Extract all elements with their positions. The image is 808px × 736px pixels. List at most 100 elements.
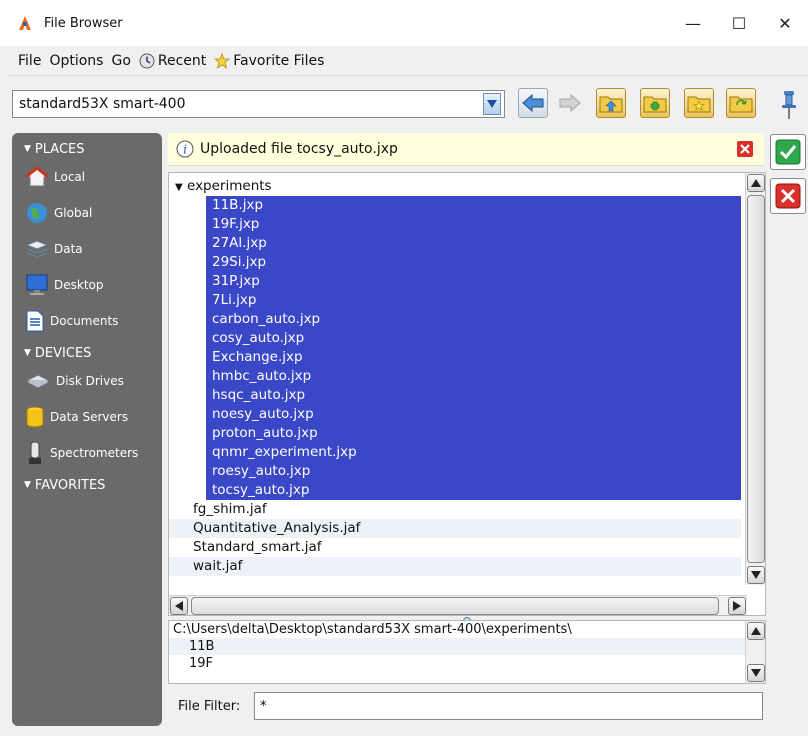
sidebar-item-label: Local	[54, 170, 86, 184]
menu-options[interactable]: Options	[49, 53, 103, 69]
file-filter-label: File Filter:	[178, 699, 241, 714]
refresh-folder-button[interactable]	[726, 88, 756, 118]
minimize-button[interactable]: —	[670, 0, 716, 46]
expand-triangle-icon: ▼	[24, 348, 31, 358]
tree-file-row[interactable]: 11B.jxp	[206, 196, 741, 215]
monitor-icon	[26, 274, 48, 295]
tree-file-row[interactable]: 19F.jxp	[206, 215, 741, 234]
scroll-down-button[interactable]	[747, 566, 765, 584]
sidebar-item-spectrometers[interactable]: Spectrometers	[12, 439, 162, 467]
expand-triangle-icon: ▼	[24, 480, 31, 490]
tree-file-row[interactable]: Standard_smart.jaf	[169, 538, 741, 557]
scroll-up-button[interactable]	[747, 174, 765, 192]
tree-file-row[interactable]: cosy_auto.jxp	[206, 329, 741, 348]
folder-label: experiments	[187, 178, 272, 194]
favorites-section-header[interactable]: ▼ FAVORITES	[12, 475, 162, 495]
path-panel[interactable]: C:\Users\delta\Desktop\standard53X smart…	[168, 620, 766, 684]
scroll-thumb[interactable]	[747, 195, 765, 563]
sidebar-item-local[interactable]: Local	[12, 163, 162, 191]
info-close-icon[interactable]	[736, 140, 754, 158]
clock-icon	[139, 53, 155, 68]
tree-vertical-scrollbar[interactable]	[745, 173, 765, 585]
sidebar-item-desktop[interactable]: Desktop	[12, 271, 162, 299]
arrow-down-icon	[751, 571, 761, 579]
tree-horizontal-scrollbar[interactable]	[169, 595, 747, 615]
tree-file-row[interactable]: wait.jaf	[169, 557, 741, 576]
close-button[interactable]: ✕	[762, 0, 808, 46]
menu-recent[interactable]: Recent	[139, 53, 206, 69]
sidebar-item-global[interactable]: Global	[12, 199, 162, 227]
arrow-up-icon	[751, 179, 761, 187]
back-arrow-icon	[522, 94, 544, 112]
tree-file-row[interactable]: tocsy_auto.jxp	[206, 481, 741, 500]
path-vertical-scrollbar[interactable]	[745, 621, 765, 683]
tree-file-row[interactable]: 7Li.jxp	[206, 291, 741, 310]
disk-drive-icon	[26, 374, 50, 389]
devices-section-header[interactable]: ▼ DEVICES	[12, 343, 162, 363]
devices-header-label: DEVICES	[34, 345, 92, 361]
tree-file-row[interactable]: hmbc_auto.jxp	[206, 367, 741, 386]
dropdown-arrow-icon[interactable]	[483, 93, 501, 115]
tree-file-row[interactable]: fg_shim.jaf	[169, 500, 741, 519]
scroll-down-button[interactable]	[747, 664, 765, 682]
app-logo-icon	[19, 16, 31, 30]
menu-recent-label: Recent	[157, 52, 207, 69]
tree-file-row[interactable]: hsqc_auto.jxp	[206, 386, 741, 405]
file-tree[interactable]: ▼ experiments 11B.jxp 19F.jxp 27Al.jxp 29Si…	[168, 172, 766, 616]
new-folder-button[interactable]	[640, 88, 670, 118]
sidebar-item-data[interactable]: Data	[12, 235, 162, 263]
menu-go[interactable]: Go	[111, 53, 130, 69]
horizontal-scroll-thumb[interactable]	[191, 597, 719, 615]
checkmark-icon	[775, 139, 801, 165]
tree-file-row[interactable]: Quantitative_Analysis.jaf	[169, 519, 741, 538]
scroll-left-button[interactable]	[170, 597, 188, 615]
menu-favorite-files[interactable]: Favorite Files	[214, 52, 324, 69]
scroll-right-button[interactable]	[728, 597, 746, 615]
cancel-button[interactable]	[770, 178, 806, 214]
places-sidebar: ▼ PLACES Local Global Data Desktop Docume…	[12, 133, 162, 726]
sidebar-item-data-servers[interactable]: Data Servers	[12, 403, 162, 431]
file-filter-input[interactable]	[254, 692, 763, 720]
path-list-item[interactable]: 19F	[169, 655, 765, 672]
scroll-up-button[interactable]	[747, 622, 765, 640]
tree-file-row[interactable]: qnmr_experiment.jxp	[206, 443, 741, 462]
parent-folder-button[interactable]	[596, 88, 626, 118]
info-icon: i	[176, 140, 194, 158]
path-list-item[interactable]: 11B	[169, 638, 765, 655]
sidebar-item-label: Spectrometers	[50, 446, 139, 460]
spectrometer-icon	[29, 441, 41, 464]
ok-button[interactable]	[770, 134, 806, 170]
folder-refresh-icon	[729, 96, 753, 113]
folder-star-icon	[687, 96, 711, 113]
menu-file[interactable]: File	[18, 53, 41, 69]
places-section-header[interactable]: ▼ PLACES	[12, 139, 162, 159]
tree-file-row[interactable]: 27Al.jxp	[206, 234, 741, 253]
globe-icon	[27, 203, 47, 223]
tree-file-row[interactable]: roesy_auto.jxp	[206, 462, 741, 481]
tree-folder-experiments[interactable]: ▼ experiments	[169, 177, 741, 196]
sidebar-item-label: Documents	[50, 314, 119, 328]
favorite-folder-button[interactable]	[684, 88, 714, 118]
svg-text:i: i	[183, 143, 187, 157]
forward-button[interactable]	[555, 88, 585, 118]
location-combo[interactable]: standard53X smart-400	[12, 90, 505, 118]
tree-file-row[interactable]: Exchange.jxp	[206, 348, 741, 367]
title-bar: File Browser — ☐ ✕	[0, 0, 808, 46]
tree-file-row[interactable]: carbon_auto.jxp	[206, 310, 741, 329]
folder-add-icon	[643, 96, 667, 113]
document-icon	[26, 310, 44, 332]
folder-up-icon	[599, 96, 623, 113]
file-tree-rows: ▼ experiments 11B.jxp 19F.jxp 27Al.jxp 29Si…	[169, 177, 741, 576]
sidebar-item-disk-drives[interactable]: Disk Drives	[12, 367, 162, 395]
tree-file-row[interactable]: 31P.jxp	[206, 272, 741, 291]
sidebar-item-documents[interactable]: Documents	[12, 307, 162, 335]
tree-file-row[interactable]: noesy_auto.jxp	[206, 405, 741, 424]
current-path: C:\Users\delta\Desktop\standard53X smart…	[173, 622, 572, 637]
back-button[interactable]	[518, 88, 548, 118]
home-icon	[26, 167, 48, 187]
tree-file-row[interactable]: proton_auto.jxp	[206, 424, 741, 443]
maximize-button[interactable]: ☐	[716, 0, 762, 46]
favorites-header-label: FAVORITES	[34, 477, 106, 493]
pin-icon[interactable]	[778, 90, 800, 120]
tree-file-row[interactable]: 29Si.jxp	[206, 253, 741, 272]
